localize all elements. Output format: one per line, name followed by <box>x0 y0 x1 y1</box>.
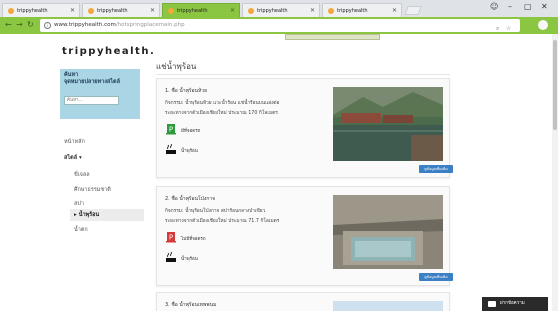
search-panel: ค้นหา จุดหมายปลายทางสไตล์ <box>60 69 140 119</box>
tab-label: trippyhealth <box>17 8 48 14</box>
place-card: 2. ชื่อ น้ำพุร้อนโป่งกาจ กิจกรรม: น้ำพุร… <box>156 186 453 286</box>
tab-label: trippyhealth <box>97 8 128 14</box>
place-card: 3. ชื่อ น้ำพุร้อนเทพพนม <box>156 292 450 311</box>
hotspring-icon <box>166 143 176 154</box>
extension-icon[interactable] <box>538 20 548 30</box>
close-icon[interactable]: ✕ <box>310 4 315 18</box>
chat-label: ฝากข้อความ <box>500 301 525 306</box>
lock-icon: i <box>44 22 51 29</box>
browser-tab-1[interactable]: trippyhealth ✕ <box>2 3 80 17</box>
hotspring-label: น้ำพุร้อน <box>181 257 198 262</box>
reload-icon[interactable]: ↻ <box>27 20 34 29</box>
close-icon[interactable]: ✕ <box>230 4 235 18</box>
place-title: 1. ชื่อ น้ำพุร้อนห้วย <box>165 88 208 94</box>
globe-icon <box>248 8 254 14</box>
more-info-button[interactable]: ดูข้อมูลเพิ่มเติม <box>419 165 453 173</box>
browser-tab-2[interactable]: trippyhealth ✕ <box>82 3 160 17</box>
nav-item-waterfall[interactable]: น้ำตก <box>74 226 88 234</box>
place-photo[interactable] <box>333 195 443 269</box>
back-arrow-icon[interactable]: ← <box>5 20 12 29</box>
maximize-button[interactable]: ▢ <box>524 2 532 11</box>
svg-text:P: P <box>169 234 173 242</box>
globe-icon <box>88 8 94 14</box>
hotspring-label: น้ำพุร้อน <box>181 149 198 154</box>
search-input[interactable] <box>64 96 119 105</box>
close-icon[interactable]: ✕ <box>392 4 397 18</box>
place-distance: ระยะทางจากตัวเมืองเชียงใหม่ ประมาณ 71.7 … <box>165 219 280 224</box>
url-path: /hotspringplacemain.php <box>115 22 185 28</box>
search-label-line2: จุดหมายปลายทางสไตล์ <box>64 79 120 85</box>
place-photo[interactable] <box>333 301 443 311</box>
forward-arrow-icon[interactable]: → <box>16 20 23 29</box>
place-description: กิจกรรม: น้ำพุร้อนโป่งกาจ สปาร้อนกลางป่า… <box>165 209 266 214</box>
chat-button[interactable]: ฝากข้อความ <box>482 297 548 311</box>
globe-icon <box>8 8 14 14</box>
tab-label: trippyhealth <box>257 8 288 14</box>
new-tab-button[interactable] <box>404 6 422 15</box>
place-distance: ระยะทางจากตัวเมืองเชียงใหม่ ประมาณ 170 ก… <box>165 111 278 116</box>
tab-label: trippyhealth <box>337 8 368 14</box>
globe-icon <box>328 8 334 14</box>
place-card: 1. ชื่อ น้ำพุร้อนห้วย กิจกรรม: น้ำพุร้อน… <box>156 78 453 178</box>
tab-label: trippyhealth <box>177 8 208 14</box>
parking-label: ไม่มีที่จอดรถ <box>181 237 206 242</box>
nav-style-dropdown[interactable]: สไตล์ ▾ <box>64 154 82 162</box>
user-icon[interactable]: ☺ <box>490 2 498 11</box>
place-photo[interactable] <box>333 87 443 161</box>
close-icon[interactable]: ✕ <box>150 4 155 18</box>
close-window-button[interactable]: ✕ <box>541 2 548 11</box>
web-page: trippyhealth. ค้นหา จุดหมายปลายทางสไตล์ … <box>0 34 558 311</box>
parking-icon: P <box>166 124 176 135</box>
url-host: www.trippyhealth.com <box>54 22 116 28</box>
globe-icon <box>168 8 174 14</box>
browser-tab-3[interactable]: trippyhealth ✕ <box>162 3 240 17</box>
divider <box>156 74 450 75</box>
nav-sub-item-active[interactable]: ▸ น้ำพุร้อน <box>70 209 144 221</box>
minimize-button[interactable]: – <box>508 2 512 11</box>
nav-sub-item[interactable]: ศึกษาธรรมชาติ <box>74 186 111 194</box>
place-title: 2. ชื่อ น้ำพุร้อนโป่งกาจ <box>165 196 216 202</box>
svg-text:P: P <box>169 126 173 134</box>
search-label-line1: ค้นหา <box>64 72 79 78</box>
page-title: แช่น้ำพุร้อน <box>156 62 197 71</box>
browser-tab-strip: trippyhealth ✕ trippyhealth ✕ trippyheal… <box>0 0 558 17</box>
site-logo[interactable]: trippyhealth. <box>62 46 155 57</box>
place-title: 3. ชื่อ น้ำพุร้อนเทพพนม <box>165 302 217 308</box>
browser-tab-4[interactable]: trippyhealth ✕ <box>242 3 320 17</box>
place-description: กิจกรรม: น้ำพุร้อนห้วย แวะน้ำร้อน แช่น้ำ… <box>165 101 280 106</box>
browser-tab-5[interactable]: trippyhealth ✕ <box>322 3 402 17</box>
nav-home[interactable]: หน้าหลัก <box>64 138 85 146</box>
header-banner-image <box>285 34 380 40</box>
nav-sub-item[interactable]: ขี่เจลล <box>74 171 90 179</box>
close-icon[interactable]: ✕ <box>70 4 75 18</box>
address-bar[interactable]: i www.trippyhealth.com/hotspringplacemai… <box>40 19 520 32</box>
no-parking-icon: P <box>166 232 176 243</box>
browser-toolbar: ← → ↻ i www.trippyhealth.com/hotspringpl… <box>0 17 558 34</box>
nav-sub-item-label: น้ำพุร้อน <box>78 212 100 218</box>
chat-icon <box>488 301 496 307</box>
parking-label: มีที่จอดรถ <box>181 129 201 134</box>
more-info-button[interactable]: ดูข้อมูลเพิ่มเติม <box>419 273 453 281</box>
nav-sub-item[interactable]: สปา <box>74 200 84 208</box>
scrollbar-thumb[interactable] <box>553 40 557 130</box>
hotspring-icon <box>166 251 176 262</box>
